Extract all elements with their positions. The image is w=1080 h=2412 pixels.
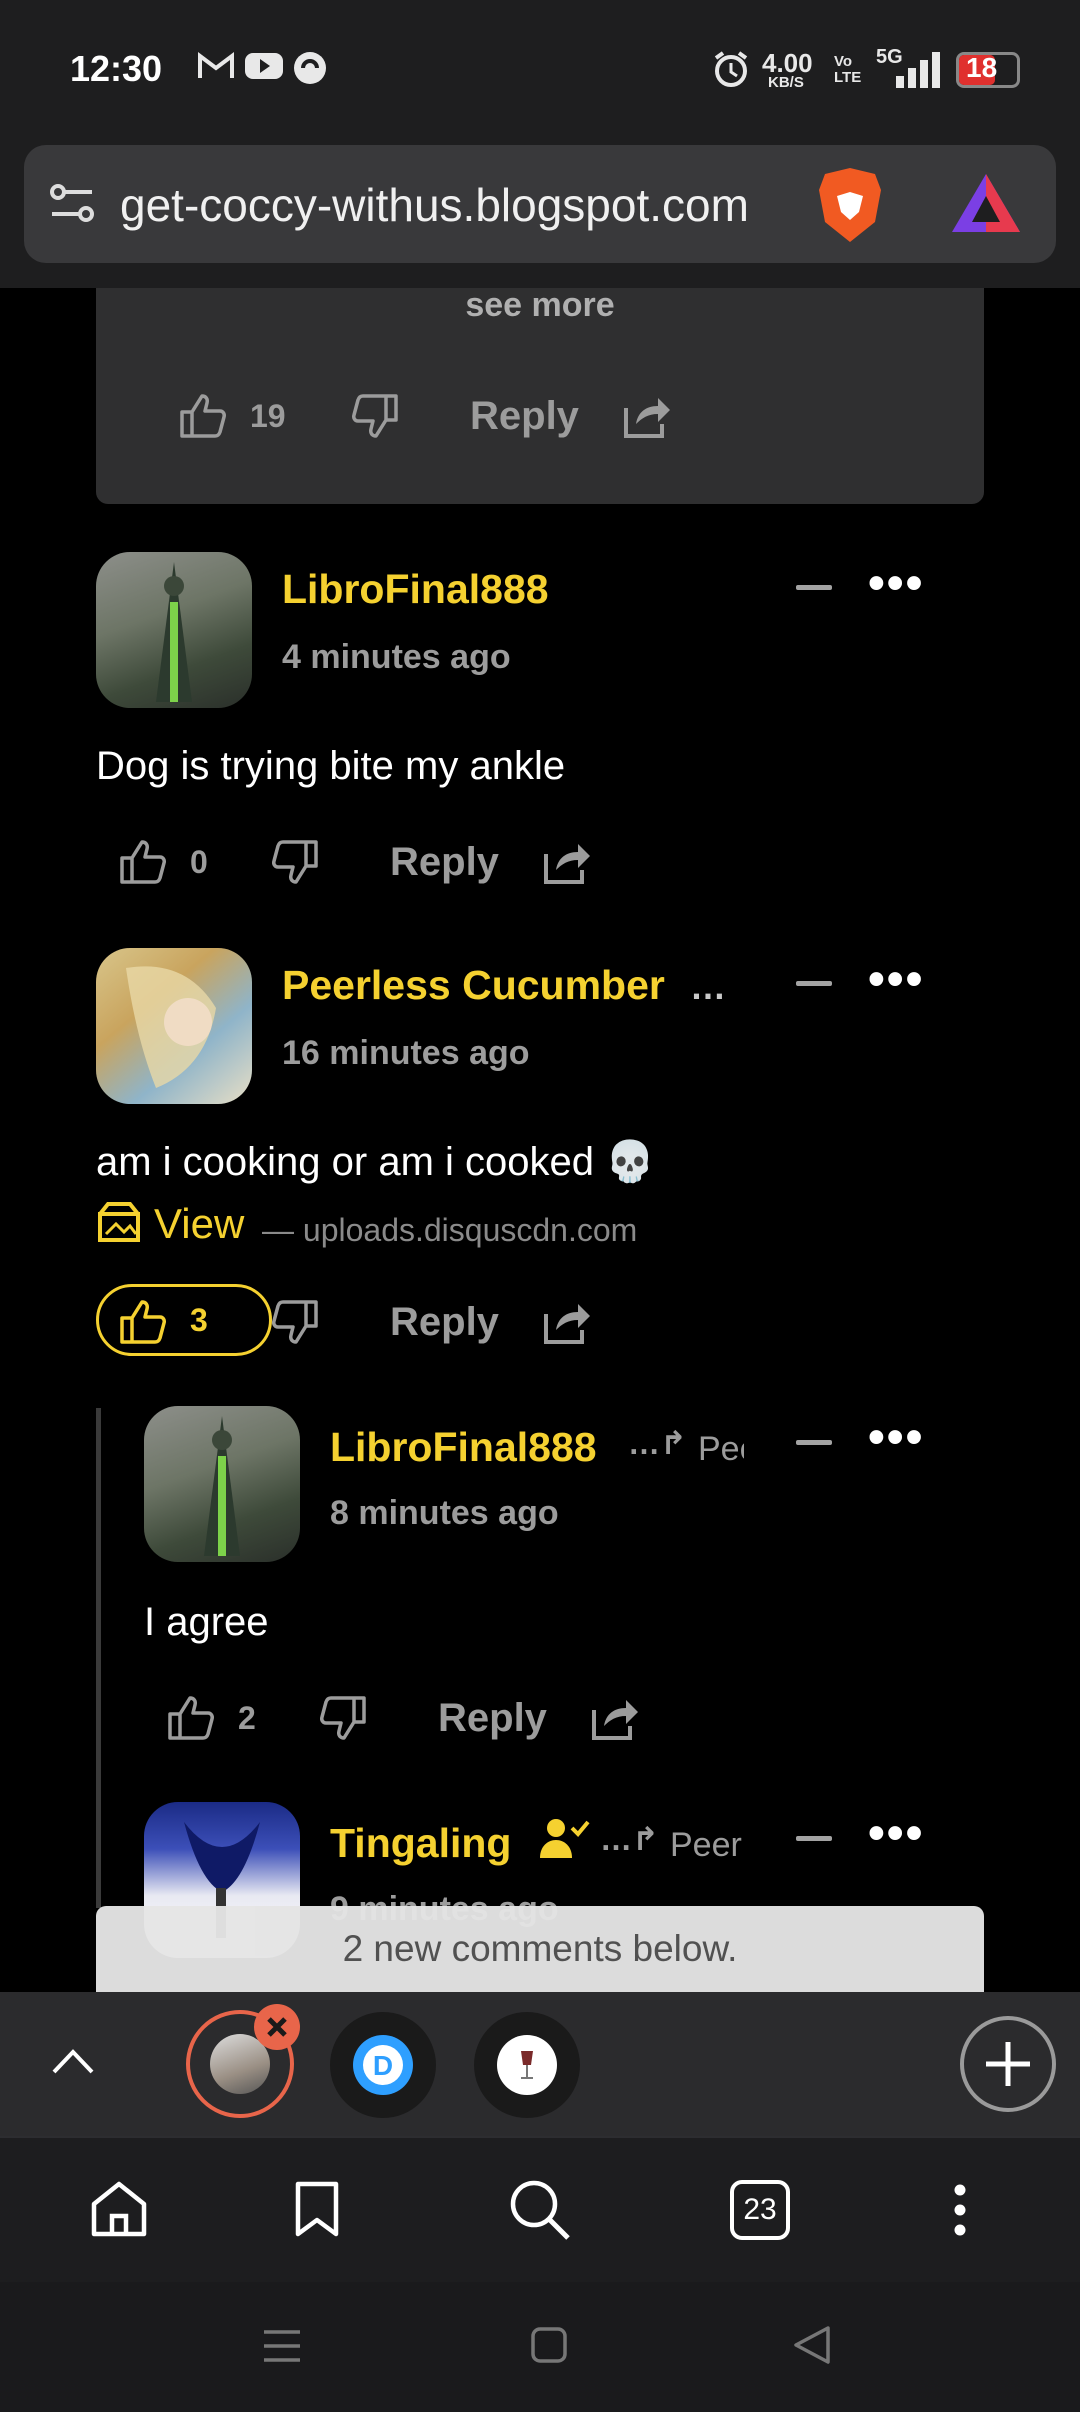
reply-button[interactable]: Reply (438, 1696, 547, 1741)
net-speed-unit: KB/S (768, 74, 804, 91)
attachment-source: — uploads.disquscdn.com (262, 1212, 638, 1248)
reply-button[interactable]: Reply (470, 394, 579, 439)
downvote-icon[interactable] (270, 838, 320, 893)
bookmark-icon[interactable] (294, 2180, 340, 2243)
upvote-count: 2 (238, 1700, 256, 1736)
more-options-icon[interactable]: ••• (868, 1806, 924, 1861)
disqus-icon: D (353, 2035, 413, 2095)
status-time: 12:30 (70, 48, 163, 89)
signal-icon (894, 52, 944, 93)
collapse-icon[interactable] (796, 981, 832, 986)
youtube-icon (244, 50, 284, 90)
more-menu-icon[interactable] (950, 2182, 970, 2243)
wine-glass-icon (497, 2035, 557, 2095)
comment-author[interactable]: Peerless Cucumber (282, 962, 665, 1009)
home-button-icon[interactable] (530, 2326, 568, 2369)
battery-percent: 18 (966, 52, 998, 83)
new-comments-text: 2 new comments below. (342, 1928, 738, 1969)
comment-text: I agree (144, 1600, 269, 1644)
author-truncation: … (690, 966, 726, 1007)
brave-rewards-icon[interactable] (950, 170, 1022, 241)
reply-button[interactable]: Reply (390, 840, 499, 885)
more-options-icon[interactable]: ••• (868, 952, 924, 1007)
comment-text: am i cooking or am i cooked 💀 (96, 1140, 655, 1184)
reply-thread-line (96, 1408, 101, 1908)
more-options-icon[interactable]: ••• (868, 1410, 924, 1465)
recent-apps-icon[interactable] (262, 2328, 302, 2369)
upvote-icon[interactable] (178, 390, 228, 445)
search-icon[interactable] (508, 2178, 572, 2247)
share-icon[interactable] (590, 1694, 640, 1747)
reply-to-author[interactable]: Pee (698, 1430, 744, 1469)
comment-author[interactable]: Tingaling (330, 1820, 511, 1867)
comment-timestamp[interactable]: 4 minutes ago (282, 638, 511, 677)
downvote-icon[interactable] (270, 1298, 320, 1353)
chevron-up-icon[interactable] (50, 2046, 96, 2081)
brave-shields-icon[interactable] (815, 166, 885, 249)
upvote-count: 3 (190, 1302, 208, 1338)
comment-timestamp[interactable]: 8 minutes ago (330, 1494, 559, 1533)
collapse-icon[interactable] (796, 1836, 832, 1841)
comment-timestamp[interactable]: 16 minutes ago (282, 1034, 530, 1073)
share-icon[interactable] (542, 838, 592, 891)
gmail-icon (196, 50, 236, 90)
see-more-link[interactable]: see more (96, 286, 984, 325)
more-options-icon[interactable]: ••• (868, 556, 924, 611)
attachment-view-link[interactable]: View (154, 1200, 244, 1248)
image-icon[interactable] (96, 1200, 142, 1249)
upvote-count: 0 (190, 844, 208, 880)
svg-text:D: D (373, 2050, 393, 2081)
comment-text: Dog is trying bite my ankle (96, 744, 566, 788)
alarm-icon (712, 50, 750, 96)
upvote-icon[interactable] (166, 1692, 216, 1747)
avatar[interactable] (96, 552, 252, 708)
collapse-icon[interactable] (796, 1440, 832, 1445)
reply-arrow-icon: …↱ (628, 1425, 687, 1461)
new-comments-banner[interactable]: 2 new comments below. (96, 1906, 984, 1992)
site-settings-icon[interactable] (48, 180, 96, 231)
collapse-icon[interactable] (796, 585, 832, 590)
reply-to-author[interactable]: Peer (670, 1826, 742, 1865)
new-tab-button[interactable] (960, 2016, 1056, 2112)
home-icon[interactable] (88, 2180, 150, 2243)
upvote-icon[interactable] (118, 1296, 168, 1351)
reply-button[interactable]: Reply (390, 1300, 499, 1345)
volte-label: Vo LTE (834, 53, 862, 86)
url-text[interactable]: get-coccy-withus.blogspot.com (120, 178, 749, 232)
verified-user-icon (538, 1816, 590, 1867)
share-icon[interactable] (542, 1298, 592, 1351)
close-tab-icon[interactable] (254, 2004, 300, 2050)
reply-arrow-icon: …↱ (600, 1821, 659, 1857)
comment-author[interactable]: LibroFinal888 (282, 566, 549, 613)
back-icon[interactable] (792, 2324, 832, 2371)
upvote-count: 19 (250, 398, 286, 434)
share-icon[interactable] (622, 392, 672, 445)
app-notification-icon (292, 50, 328, 94)
downvote-icon[interactable] (318, 1694, 368, 1749)
downvote-icon[interactable] (350, 392, 400, 447)
avatar[interactable] (96, 948, 252, 1104)
upvote-icon[interactable] (118, 836, 168, 891)
comment-author[interactable]: LibroFinal888 (330, 1424, 597, 1471)
avatar[interactable] (144, 1406, 300, 1562)
tab-count-button[interactable]: 23 (730, 2180, 790, 2240)
